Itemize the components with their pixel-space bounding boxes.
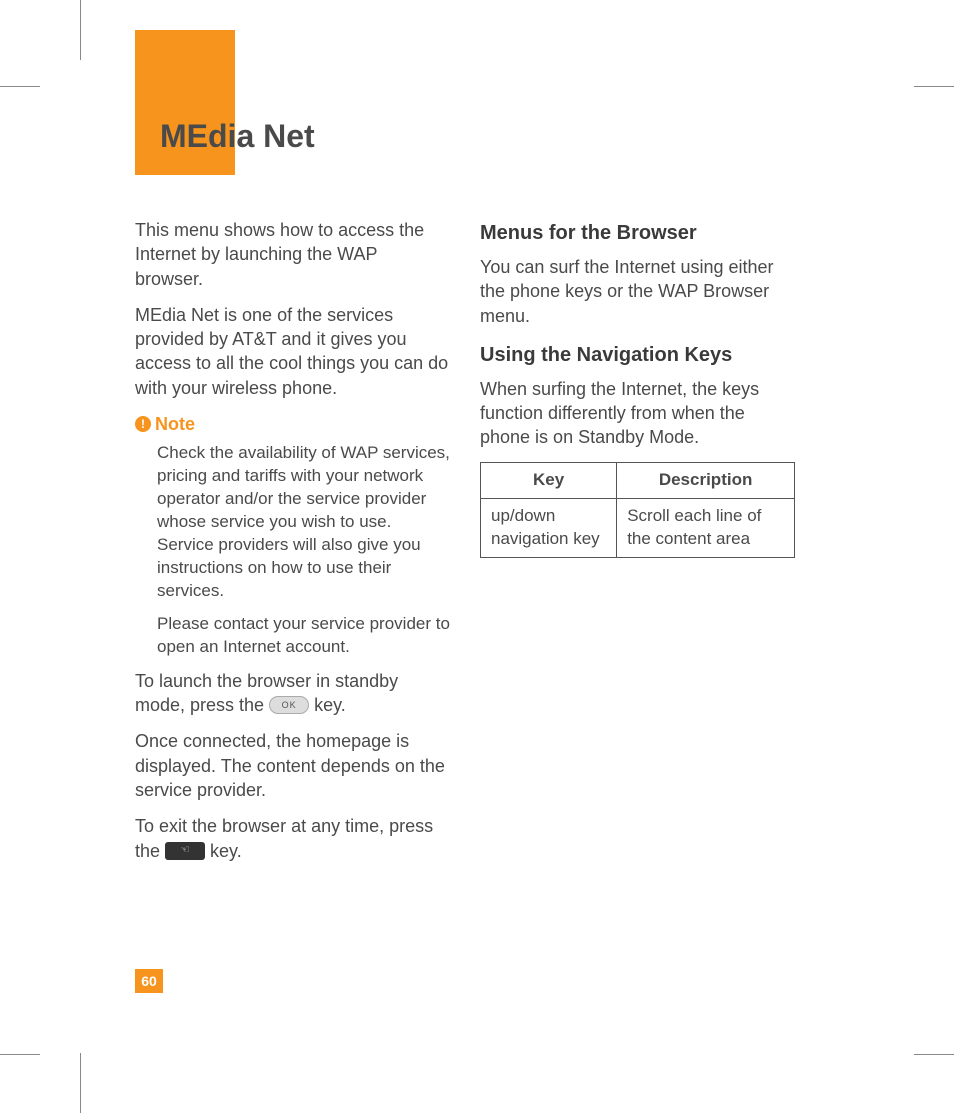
intro-paragraph: This menu shows how to access the Intern… (135, 218, 450, 291)
crop-mark (0, 86, 40, 87)
left-column: This menu shows how to access the Intern… (135, 218, 450, 875)
table-header-key: Key (481, 462, 617, 498)
note-text: Check the availability of WAP services, … (157, 442, 450, 603)
page-title: MEdia Net (160, 118, 315, 155)
crop-mark (914, 1054, 954, 1055)
body-paragraph: To exit the browser at any time, press t… (135, 814, 450, 863)
right-column: Menus for the Browser You can surf the I… (480, 218, 795, 875)
navigation-keys-table: Key Description up/down navigation key S… (480, 462, 795, 558)
table-row: up/down navigation key Scroll each line … (481, 498, 795, 557)
crop-mark (80, 1053, 81, 1113)
crop-mark (80, 0, 81, 60)
table-cell-key: up/down navigation key (481, 498, 617, 557)
crop-mark (0, 1054, 40, 1055)
table-header-description: Description (617, 462, 795, 498)
intro-paragraph: MEdia Net is one of the services provide… (135, 303, 450, 400)
text-fragment: key. (314, 695, 346, 715)
note-label: Note (155, 412, 195, 436)
text-fragment: key. (210, 841, 242, 861)
table-header-row: Key Description (481, 462, 795, 498)
content-area: This menu shows how to access the Intern… (135, 218, 835, 875)
section-heading: Using the Navigation Keys (480, 342, 795, 369)
text-fragment: To launch the browser in standby mode, p… (135, 671, 398, 715)
page-number: 60 (135, 969, 163, 993)
ok-key-icon: OK (269, 696, 309, 714)
table-cell-description: Scroll each line of the content area (617, 498, 795, 557)
body-paragraph: To launch the browser in standby mode, p… (135, 669, 450, 718)
end-key-icon: ☜ (165, 842, 205, 860)
body-paragraph: You can surf the Internet using either t… (480, 255, 795, 328)
section-heading: Menus for the Browser (480, 220, 795, 247)
note-icon: ! (135, 416, 151, 432)
body-paragraph: When surfing the Internet, the keys func… (480, 377, 795, 450)
crop-mark (914, 86, 954, 87)
note-text: Please contact your service provider to … (157, 613, 450, 659)
body-paragraph: Once connected, the homepage is displaye… (135, 729, 450, 802)
note-heading: ! Note (135, 412, 450, 436)
note-body: Check the availability of WAP services, … (135, 442, 450, 658)
